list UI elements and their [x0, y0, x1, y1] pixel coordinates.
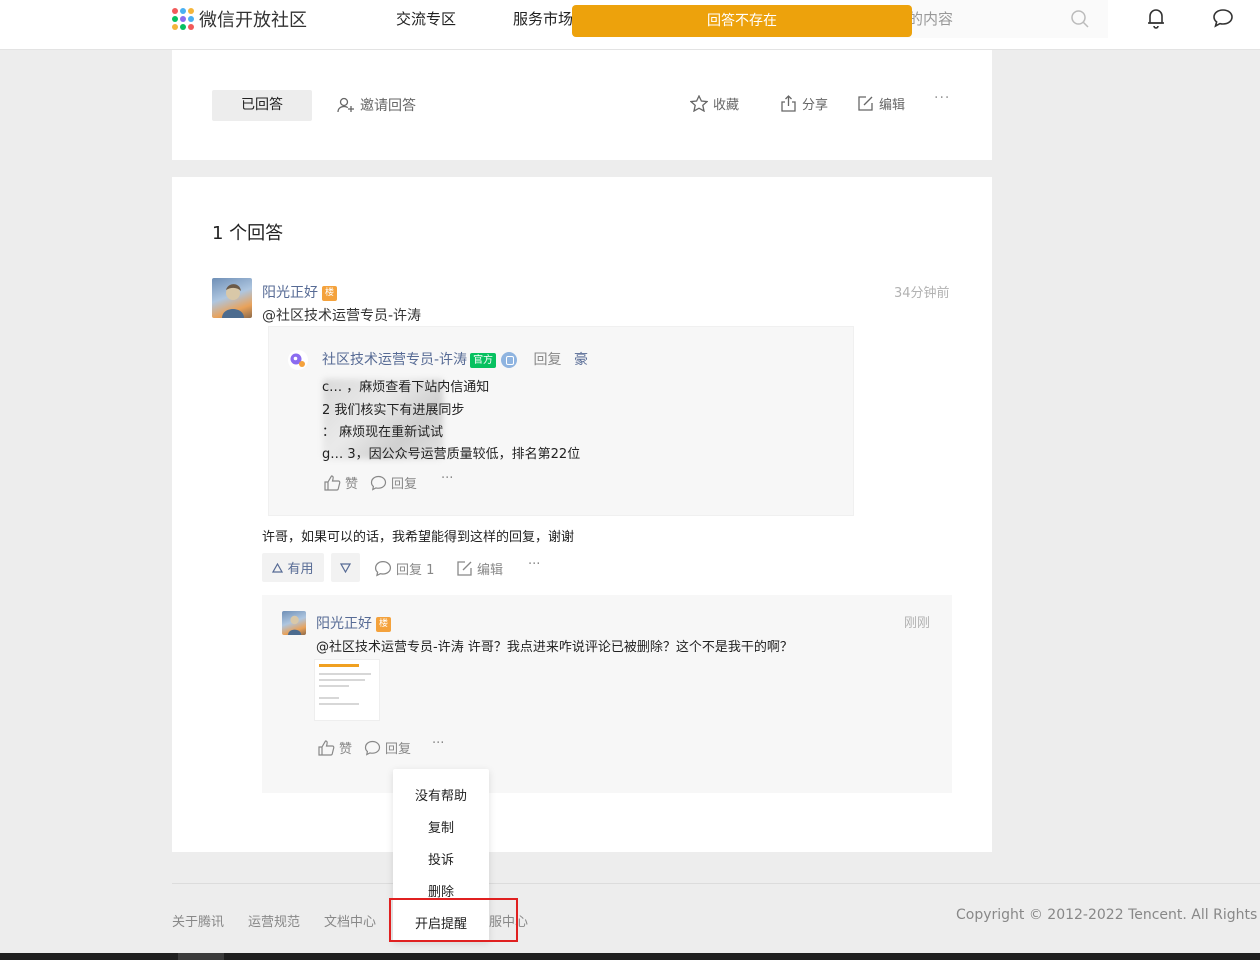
- menu-item-report[interactable]: 投诉: [393, 849, 489, 868]
- invite-label: 邀请回答: [360, 98, 416, 114]
- reply-author-avatar[interactable]: [282, 611, 306, 635]
- nav-service-market[interactable]: 服务市场: [513, 8, 573, 29]
- floor-owner-badge: 楼: [322, 285, 337, 301]
- quote-reply-label: 回复: [533, 352, 562, 368]
- answer-body: 许哥，如果可以的话，我希望能得到这样的回复，谢谢: [262, 530, 575, 545]
- reply-time: 刚刚: [904, 616, 931, 631]
- quote-line-2: 2 我们核实下有进展同步: [322, 403, 465, 418]
- answers-card: 1 个回答 阳光正好楼 34分钟前 @社区技术运营专员-许涛 社区技术运营专员-…: [172, 177, 992, 852]
- useful-button[interactable]: 有用: [262, 553, 324, 582]
- footer-link-rules[interactable]: 运营规范: [248, 911, 300, 930]
- reply-like-button[interactable]: 赞: [318, 738, 352, 757]
- share-label: 分享: [802, 98, 829, 113]
- quote-line-3: ： 麻烦现在重新试试: [322, 425, 444, 440]
- reply-reply-label: 回复: [385, 742, 412, 757]
- footer-divider: [172, 883, 1260, 884]
- bell-icon[interactable]: [1146, 7, 1166, 33]
- answers-count-heading: 1 个回答: [212, 223, 284, 244]
- message-icon[interactable]: [1212, 8, 1234, 32]
- answer-edit-label: 编辑: [477, 563, 504, 578]
- official-avatar[interactable]: [287, 349, 309, 371]
- share-button[interactable]: 分享: [780, 94, 828, 113]
- edit-icon: [457, 561, 472, 576]
- share-icon: [781, 95, 796, 112]
- triangle-down-icon: [340, 562, 351, 573]
- answer-author-name[interactable]: 阳光正好楼: [262, 282, 337, 302]
- answer-reply-count: 回复 1: [396, 563, 435, 578]
- taskbar-strip: [0, 953, 1260, 960]
- answer-author-avatar[interactable]: [212, 278, 252, 318]
- reply-text: @社区技术运营专员-许涛 许哥？我点进来咋说评论已被删除？这个不是我干的啊？: [316, 640, 793, 655]
- search-box[interactable]: 的内容: [890, 0, 1108, 38]
- answer-author-label: 阳光正好: [262, 285, 318, 301]
- menu-item-not-helpful[interactable]: 没有帮助: [393, 785, 489, 804]
- question-more-button[interactable]: ···: [934, 90, 950, 106]
- highlight-box: [389, 898, 518, 942]
- quote-like-label: 赞: [345, 477, 359, 492]
- invite-answer-button[interactable]: 邀请回答: [337, 95, 416, 115]
- star-icon: [690, 95, 708, 112]
- logo-icon: [172, 8, 194, 30]
- triangle-up-icon: [272, 562, 284, 573]
- answer-time: 34分钟前: [894, 286, 950, 301]
- not-useful-button[interactable]: [331, 553, 360, 582]
- reply-reply-button[interactable]: 回复: [364, 738, 411, 757]
- error-toast: 回答不存在: [572, 5, 912, 37]
- quoted-reply: 社区技术运营专员-许涛 官方 回复 豪 c… ，麻烦查看下站内信通知 2 我们核实…: [268, 326, 854, 516]
- quote-reply-button[interactable]: 回复: [370, 473, 417, 492]
- footer-link-docs[interactable]: 文档中心: [324, 911, 376, 930]
- question-action-card: 已回答 邀请回答 收藏 分享 编辑 ···: [172, 50, 992, 160]
- answer-edit-button[interactable]: 编辑: [456, 559, 503, 578]
- verified-icon: [501, 352, 518, 368]
- reply-author-label: 阳光正好: [316, 616, 372, 632]
- copyright: Copyright © 2012-2022 Tencent. All Right…: [956, 907, 1260, 923]
- quote-reply-action-label: 回复: [391, 477, 418, 492]
- answered-button[interactable]: 已回答: [212, 90, 312, 121]
- comment-icon: [370, 475, 387, 491]
- search-placeholder: 的内容: [908, 10, 954, 28]
- edit-question-button[interactable]: 编辑: [857, 94, 905, 113]
- answer-reply-button[interactable]: 回复 1: [374, 559, 434, 578]
- favorite-label: 收藏: [713, 98, 740, 113]
- reply-image-thumbnail[interactable]: [314, 659, 380, 721]
- search-icon[interactable]: [1070, 9, 1090, 33]
- reply-like-label: 赞: [339, 742, 353, 757]
- reply-item: 阳光正好楼 刚刚 @社区技术运营专员-许涛 许哥？我点进来咋说评论已被删除？这个…: [262, 595, 952, 793]
- quote-more-button[interactable]: ···: [441, 471, 453, 486]
- answer-more-button[interactable]: ···: [528, 557, 540, 572]
- thumbs-up-icon: [318, 739, 335, 756]
- floor-owner-badge: 楼: [376, 616, 391, 632]
- comment-icon: [374, 560, 392, 577]
- reply-more-button[interactable]: ···: [432, 736, 444, 751]
- quote-reply-to[interactable]: 豪: [574, 352, 588, 368]
- footer-link-about[interactable]: 关于腾讯: [172, 911, 224, 930]
- add-user-icon: [337, 97, 354, 113]
- nav-exchange[interactable]: 交流专区: [396, 8, 456, 29]
- official-badge: 官方: [470, 352, 497, 368]
- quote-line-1: c… ，麻烦查看下站内信通知: [322, 380, 490, 395]
- favorite-button[interactable]: 收藏: [690, 94, 739, 113]
- thumbs-up-icon: [324, 474, 341, 491]
- useful-label: 有用: [287, 562, 314, 577]
- menu-item-copy[interactable]: 复制: [393, 817, 489, 836]
- logo-text: 微信开放社区: [199, 10, 307, 31]
- edit-icon: [858, 96, 873, 111]
- site-logo[interactable]: 微信开放社区: [172, 6, 307, 32]
- comment-icon: [364, 740, 381, 756]
- answer-mention: @社区技术运营专员-许涛: [262, 308, 422, 324]
- edit-label: 编辑: [879, 98, 906, 113]
- quote-header: 社区技术运营专员-许涛 官方 回复 豪: [322, 349, 588, 369]
- quote-like-button[interactable]: 赞: [324, 473, 358, 492]
- official-author-name[interactable]: 社区技术运营专员-许涛: [322, 352, 467, 368]
- quote-line-4: g… 3，因公众号运营质量较低，排名第22位: [322, 447, 581, 462]
- reply-author-name[interactable]: 阳光正好楼: [316, 613, 391, 633]
